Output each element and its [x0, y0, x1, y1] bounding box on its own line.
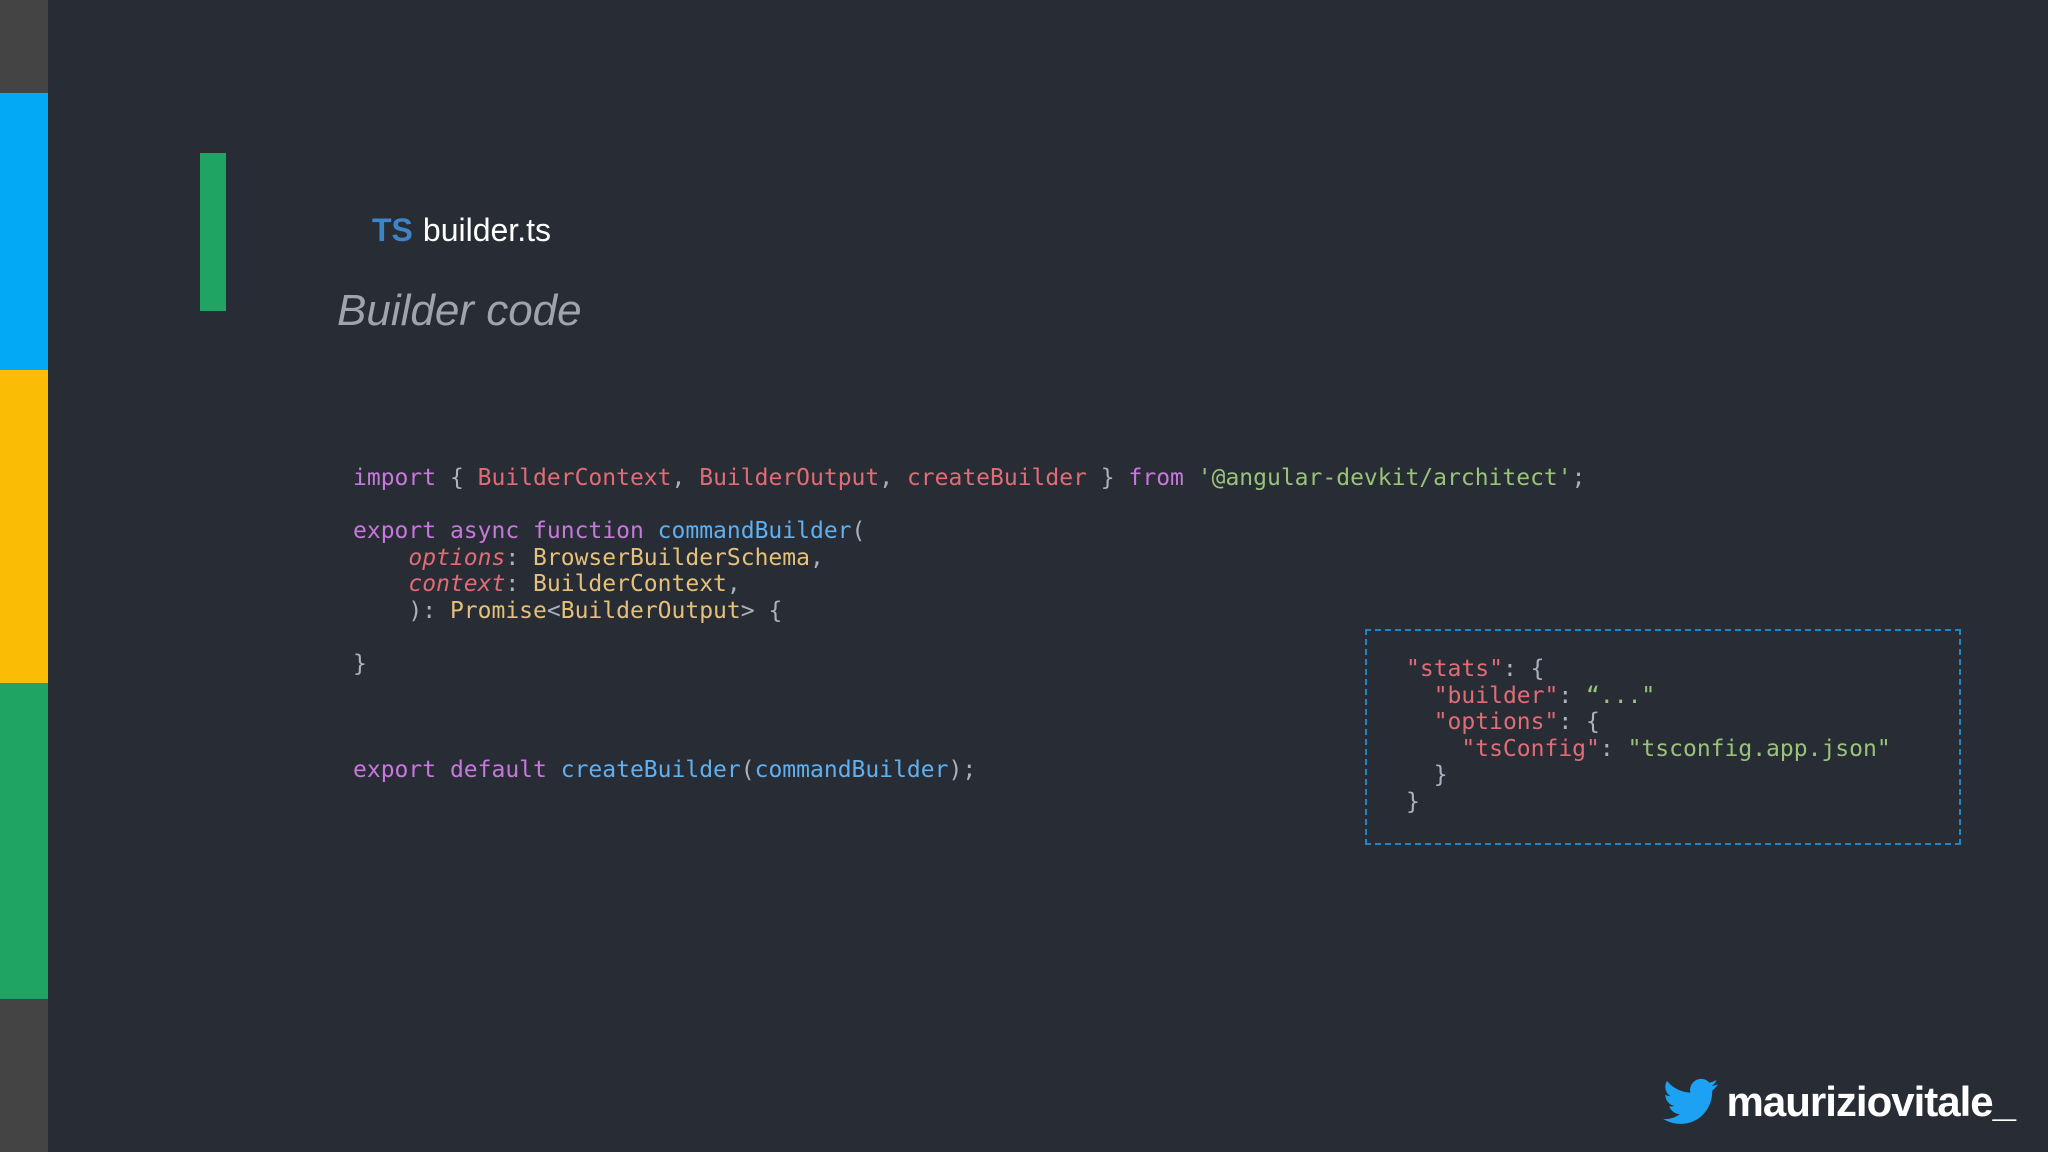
sidebar-stripe-blue [0, 93, 48, 370]
json-line-close-stats: } [1406, 788, 1420, 815]
json-line-builder: "builder": “..." [1433, 682, 1656, 709]
twitter-handle[interactable]: mauriziovitale_ [1662, 1078, 2016, 1126]
accent-bar [200, 153, 226, 311]
json-line-options: "options": { [1433, 709, 1600, 735]
json-snippet-box: "stats": { "builder": “..." "options": {… [1365, 629, 1961, 845]
code-line-function-signature: export async function commandBuilder( [353, 518, 866, 544]
sidebar-stripe-gray-bottom [0, 999, 48, 1152]
file-title: TS builder.ts [372, 212, 551, 249]
code-line-close-brace: } [353, 650, 367, 677]
code-line-param-options: options: BrowserBuilderSchema, [408, 544, 824, 571]
filename: builder.ts [422, 212, 551, 248]
code-line-import: import { BuilderContext, BuilderOutput, … [353, 465, 1586, 491]
json-snippet-code: "stats": { "builder": “..." "options": {… [1406, 656, 1891, 815]
code-line-return-type: ): Promise<BuilderOutput> { [353, 597, 783, 624]
json-line-stats: "stats": { [1406, 656, 1545, 682]
twitter-username: mauriziovitale_ [1726, 1078, 2016, 1125]
sidebar-stripe-green [0, 683, 48, 999]
sidebar-stripe-gray-top [0, 0, 48, 93]
code-line-param-context: context: BuilderContext, [408, 571, 741, 597]
slide-subtitle: Builder code [337, 286, 582, 335]
twitter-icon [1662, 1078, 1718, 1124]
json-line-tsconfig: "tsConfig": "tsconfig.app.json" [1461, 735, 1891, 762]
sidebar-stripe-yellow [0, 370, 48, 683]
code-line-export-default: export default createBuilder(commandBuil… [353, 756, 977, 783]
typescript-badge: TS [372, 212, 413, 248]
json-line-close-options: } [1406, 762, 1448, 788]
